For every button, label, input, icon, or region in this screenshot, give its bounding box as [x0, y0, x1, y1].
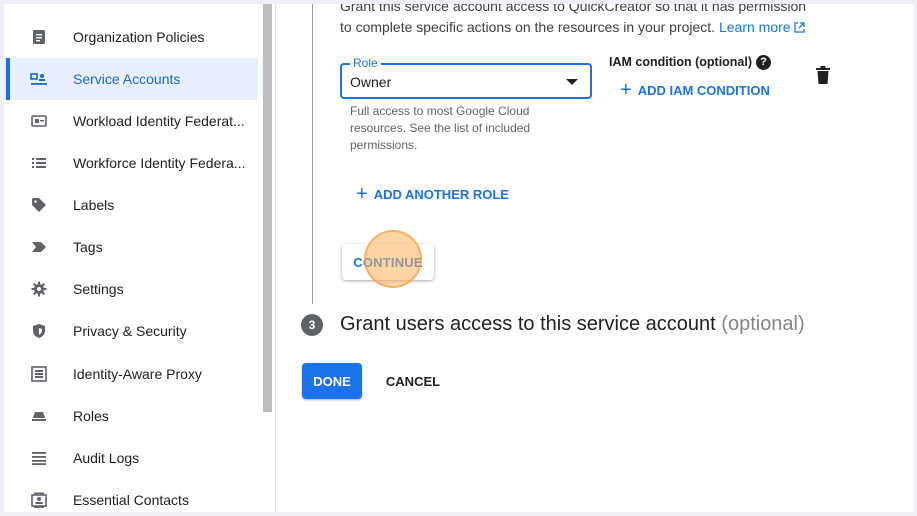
sidebar-item-workforce-identity-federation[interactable]: Workforce Identity Federa...	[4, 142, 258, 184]
sidebar-item-audit-logs[interactable]: Audit Logs	[4, 437, 258, 479]
sidebar-item-label: Audit Logs	[73, 450, 140, 466]
step-description: Grant this service account access to Qui…	[340, 4, 820, 38]
shield-icon	[30, 322, 48, 340]
sidebar-item-label: Organization Policies	[73, 29, 205, 45]
role-field-label: Role	[350, 56, 381, 70]
console-window: Organization Policies Service Accounts W…	[4, 4, 913, 512]
add-iam-condition-label: ADD IAM CONDITION	[637, 82, 770, 98]
role-selected-value: Owner	[350, 74, 392, 90]
proxy-icon	[30, 365, 48, 383]
service-account-icon	[30, 70, 48, 88]
role-select[interactable]: Role Owner	[340, 56, 592, 99]
sidebar-item-label: Essential Contacts	[73, 492, 189, 508]
sidebar-item-privacy-security[interactable]: Privacy & Security	[4, 310, 258, 352]
sidebar-item-label: Roles	[73, 408, 109, 424]
sidebar-item-label: Privacy & Security	[73, 323, 187, 339]
iam-condition-title: IAM condition (optional)	[609, 55, 753, 69]
dropdown-arrow-icon	[566, 79, 578, 85]
help-icon[interactable]: ?	[756, 55, 771, 70]
sidebar-item-essential-contacts[interactable]: Essential Contacts	[4, 479, 258, 512]
sidebar-scrollbar[interactable]	[263, 4, 272, 412]
step3-title-text: Grant users access to this service accou…	[340, 313, 716, 335]
stepper-line	[312, 4, 313, 304]
done-button[interactable]: DONE	[302, 363, 362, 399]
add-iam-condition-button[interactable]: + ADD IAM CONDITION	[620, 78, 770, 102]
sidebar-item-label: Settings	[73, 281, 124, 297]
sidebar-item-roles[interactable]: Roles	[4, 395, 258, 437]
step3-heading[interactable]: Grant users access to this service accou…	[340, 313, 805, 336]
sidebar-item-service-accounts[interactable]: Service Accounts	[4, 58, 258, 100]
sidebar-item-identity-aware-proxy[interactable]: Identity-Aware Proxy	[4, 353, 258, 395]
role-description: Full access to most Google Cloud resourc…	[350, 104, 531, 152]
roles-icon	[30, 407, 48, 425]
sidebar-item-labels[interactable]: Labels	[4, 184, 258, 226]
tag-icon	[30, 238, 48, 256]
main-content: Grant this service account access to Qui…	[276, 4, 913, 512]
step3-optional-text: (optional)	[721, 313, 805, 335]
id-card-icon	[30, 112, 48, 130]
step-number-badge: 3	[301, 314, 323, 336]
sidebar-item-settings[interactable]: Settings	[4, 268, 258, 310]
plus-icon: +	[356, 183, 368, 205]
contacts-icon	[30, 491, 48, 509]
add-another-role-label: ADD ANOTHER ROLE	[373, 186, 509, 202]
list-icon	[30, 154, 48, 172]
sidebar: Organization Policies Service Accounts W…	[4, 4, 276, 512]
sidebar-item-label: Service Accounts	[73, 71, 181, 87]
cancel-button[interactable]: CANCEL	[380, 363, 446, 399]
audit-log-icon	[30, 449, 48, 467]
sidebar-item-label: Workforce Identity Federa...	[73, 155, 246, 171]
sidebar-item-label: Labels	[73, 197, 115, 213]
learn-more-link[interactable]: Learn more	[719, 19, 806, 35]
delete-icon[interactable]	[816, 66, 830, 84]
sidebar-item-workload-identity-federation[interactable]: Workload Identity Federat...	[4, 100, 258, 142]
sidebar-item-organization-policies[interactable]: Organization Policies	[4, 16, 258, 58]
sidebar-item-label: Identity-Aware Proxy	[73, 366, 202, 382]
sidebar-item-label: Tags	[73, 239, 103, 255]
external-link-icon	[794, 22, 806, 33]
add-another-role-button[interactable]: + ADD ANOTHER ROLE	[356, 182, 509, 206]
plus-icon: +	[620, 79, 632, 101]
label-icon	[30, 196, 48, 214]
gear-icon	[30, 280, 48, 298]
continue-button[interactable]: CONTINUE	[342, 244, 434, 280]
sidebar-item-label: Workload Identity Federat...	[73, 113, 245, 129]
sidebar-item-tags[interactable]: Tags	[4, 226, 258, 268]
document-icon	[30, 28, 48, 46]
